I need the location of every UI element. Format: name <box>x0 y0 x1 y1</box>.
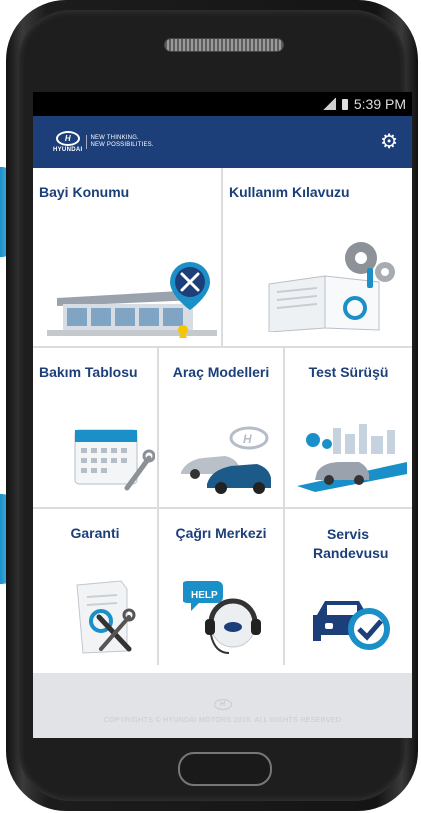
menu-item-label: Bakım Tablosu <box>39 364 138 380</box>
menu-item-label: Kullanım Kılavuzu <box>229 184 350 200</box>
menu-row-3: Garanti Çağrı Merkezi HELP Servis Randev… <box>33 509 412 665</box>
menu-item-test-drive[interactable]: Test Sürüşü <box>285 348 412 507</box>
signal-icon <box>321 98 336 110</box>
menu-item-maintenance-table[interactable]: Bakım Tablosu <box>33 348 159 507</box>
menu-item-call-center[interactable]: Çağrı Merkezi HELP <box>159 509 285 665</box>
phone-speaker <box>164 38 284 52</box>
brand-word: HYUNDAI <box>53 147 83 153</box>
menu-item-dealer-location[interactable]: Bayi Konumu <box>33 168 223 346</box>
footer: H COPYRIGHTS © HYUNDAI MOTORS 2016. ALL … <box>33 673 412 738</box>
brand-slogan: NEW THINKING. NEW POSSIBILITIES. <box>86 135 154 149</box>
status-bar: 5:39 PM <box>33 92 412 116</box>
menu-item-car-models[interactable]: Araç Modelleri H <box>159 348 285 507</box>
status-time: 5:39 PM <box>353 96 406 112</box>
app-header: H HYUNDAI NEW THINKING. NEW POSSIBILITIE… <box>33 116 412 168</box>
headset-help-icon: HELP <box>183 581 261 654</box>
calendar-wrench-icon <box>74 429 155 491</box>
menu-item-label: Garanti <box>70 525 120 541</box>
hyundai-logo: H HYUNDAI <box>53 131 82 153</box>
home-button[interactable] <box>178 752 272 786</box>
menu-item-label: Araç Modelleri <box>172 364 270 380</box>
car-check-icon <box>313 601 390 650</box>
svg-text:H: H <box>243 432 252 446</box>
slogan-line-1: NEW THINKING. <box>90 135 139 141</box>
gear-icon[interactable]: ⚙ <box>380 132 398 152</box>
menu-item-label: Bayi Konumu <box>39 184 130 200</box>
menu-item-warranty[interactable]: Garanti <box>33 509 159 665</box>
menu-item-label: Test Sürüşü <box>308 364 389 380</box>
test-drive-road-icon <box>297 424 407 492</box>
brand-logo: H HYUNDAI NEW THINKING. NEW POSSIBILITIE… <box>53 131 154 153</box>
tools-pin-icon <box>170 262 210 310</box>
menu-item-label: Çağrı Merkezi <box>175 525 267 541</box>
manual-book-icon <box>268 242 395 332</box>
menu-row-1: Bayi Konumu Kullanım Kılavuzu <box>33 168 412 348</box>
menu-item-service-appointment[interactable]: Servis Randevusu <box>285 509 412 665</box>
hyundai-emblem-icon: H <box>213 699 232 710</box>
hyundai-emblem-icon: H <box>55 131 80 146</box>
menu-item-user-manual[interactable]: Kullanım Kılavuzu <box>223 168 412 346</box>
warranty-document-icon <box>76 580 136 654</box>
menu-item-label: Servis Randevusu <box>313 526 389 561</box>
battery-icon <box>341 98 348 110</box>
copyright-text: COPYRIGHTS © HYUNDAI MOTORS 2016. ALL RI… <box>103 717 342 724</box>
help-badge-text: HELP <box>191 590 218 601</box>
phone-screen: 5:39 PM H HYUNDAI NEW THINKING. NEW POSS… <box>33 92 412 738</box>
menu-grid: Bayi Konumu Kullanım Kılavuzu Bakım Tabl… <box>33 168 412 665</box>
car-models-icon: H <box>181 426 271 494</box>
slogan-line-2: NEW POSSIBILITIES. <box>90 142 154 148</box>
menu-row-2: Bakım Tablosu Araç Modelleri H Test Sürü… <box>33 348 412 509</box>
